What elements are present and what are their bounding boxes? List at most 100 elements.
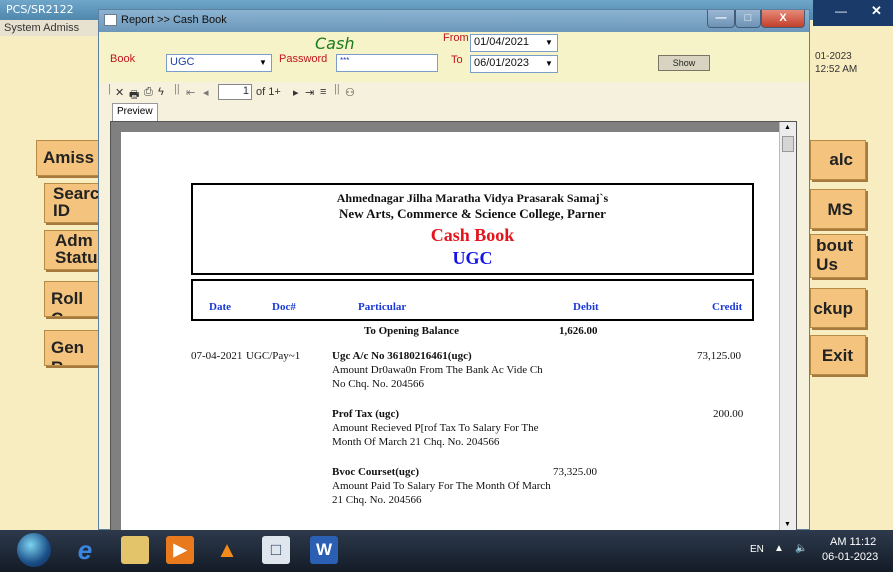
report-title: Cash Book bbox=[430, 225, 515, 245]
book-select[interactable]: UGC ▼ bbox=[166, 54, 272, 72]
col-particular: Particular bbox=[358, 301, 407, 313]
report-window: Report >> Cash Book — □ X Cash Book UGC … bbox=[98, 9, 810, 531]
start-button[interactable] bbox=[17, 533, 51, 567]
about-us-button[interactable]: bout Us bbox=[810, 234, 866, 278]
backup-button[interactable]: ckup bbox=[810, 288, 866, 328]
to-label: To bbox=[451, 54, 463, 66]
viewer-toolbar: | ✕ 🖶 ⎙ ϟ || ⇤ ◂ 1 of 1+ ▸ ⇥ ≡ || ⚇ bbox=[108, 82, 800, 104]
separator-icon: | bbox=[108, 83, 111, 95]
from-date-picker[interactable]: 01/04/2021 ▼ bbox=[470, 34, 558, 52]
page-number-input[interactable]: 1 bbox=[218, 84, 252, 100]
admission-status-button[interactable]: Adm Statu bbox=[44, 230, 100, 270]
password-value: *** bbox=[340, 56, 350, 65]
background-menubar[interactable]: System Admiss bbox=[0, 20, 100, 36]
report-page: Ahmednagar Jilha Maratha Vidya Prasarak … bbox=[121, 132, 781, 530]
chevron-down-icon[interactable]: ▼ bbox=[541, 35, 557, 51]
maximize-icon: □ bbox=[744, 12, 752, 24]
report-window-icon bbox=[104, 14, 117, 26]
clock-date[interactable]: 06-01-2023 bbox=[822, 551, 878, 563]
entry-detail: Month Of March 21 Chq. No. 204566 bbox=[332, 436, 500, 448]
window-icon[interactable]: □ bbox=[262, 536, 290, 564]
close-report-icon[interactable]: ✕ bbox=[115, 86, 124, 99]
chevron-down-icon[interactable]: ▼ bbox=[541, 56, 557, 72]
password-input[interactable]: *** bbox=[336, 54, 438, 72]
binoculars-search-icon[interactable]: ⚇ bbox=[345, 86, 355, 99]
prev-page-icon[interactable]: ◂ bbox=[203, 86, 209, 99]
vertical-scrollbar[interactable]: ▲ ▼ bbox=[779, 122, 796, 530]
report-header: Ahmednagar Jilha Maratha Vidya Prasarak … bbox=[191, 183, 754, 275]
separator-icon: || bbox=[174, 83, 180, 95]
exit-button[interactable]: Exit bbox=[810, 335, 866, 375]
close-button[interactable]: X bbox=[761, 10, 805, 28]
entry-detail: Amount Recieved P[rof Tax To Salary For … bbox=[332, 422, 539, 434]
from-label: From bbox=[443, 32, 469, 44]
calc-button[interactable]: alc bbox=[810, 140, 866, 180]
col-debit: Debit bbox=[573, 301, 599, 313]
close-icon: X bbox=[779, 12, 787, 24]
report-viewer[interactable]: Ahmednagar Jilha Maratha Vidya Prasarak … bbox=[110, 121, 797, 531]
report-subtitle: UGC bbox=[452, 248, 493, 268]
entry-detail: No Chq. No. 204566 bbox=[332, 378, 424, 390]
taskbar: e ▶ ▲ □ W EN ▲ 🔈 AM 11:12 06-01-2023 bbox=[0, 530, 893, 572]
entry-date: 07-04-2021 bbox=[191, 350, 243, 362]
stop-icon[interactable]: ≡ bbox=[320, 86, 326, 98]
show-button[interactable]: Show bbox=[658, 55, 710, 71]
from-date-value: 01/04/2021 bbox=[474, 36, 530, 48]
clock-time[interactable]: AM 11:12 bbox=[830, 536, 876, 548]
last-page-icon[interactable]: ⇥ bbox=[305, 86, 314, 99]
volume-icon[interactable]: 🔈 bbox=[795, 543, 807, 554]
opening-balance-debit: 1,626.00 bbox=[559, 325, 598, 337]
org-name-line2: New Arts, Commerce & Science College, Pa… bbox=[339, 206, 606, 221]
entry-detail: 21 Chq. No. 204566 bbox=[332, 494, 422, 506]
scroll-up-icon[interactable]: ▲ bbox=[784, 124, 791, 131]
minimize-icon: — bbox=[715, 12, 727, 24]
scrollbar-thumb[interactable] bbox=[782, 136, 794, 152]
report-window-title: Report >> Cash Book bbox=[121, 14, 227, 26]
internet-explorer-icon[interactable]: e bbox=[71, 536, 99, 564]
scroll-down-icon[interactable]: ▼ bbox=[784, 521, 791, 528]
background-time: 12:52 AM bbox=[815, 64, 858, 75]
background-date: 01-2023 bbox=[815, 51, 852, 62]
entry-debit: 73,325.00 bbox=[553, 466, 597, 478]
entry-doc: UGC/Pay~1 bbox=[246, 350, 301, 362]
file-explorer-icon[interactable] bbox=[121, 536, 149, 564]
vlc-icon[interactable]: ▲ bbox=[213, 536, 241, 564]
lightning-icon[interactable]: ϟ bbox=[158, 86, 164, 98]
separator-icon: || bbox=[334, 83, 340, 95]
media-player-icon[interactable]: ▶ bbox=[166, 536, 194, 564]
report-toolbar: Cash Book UGC ▼ Password *** From 01/04/… bbox=[99, 32, 809, 82]
entry-head: Bvoc Courset(ugc) bbox=[332, 466, 420, 478]
entry-credit: 200.00 bbox=[713, 408, 744, 420]
next-page-icon[interactable]: ▸ bbox=[293, 86, 299, 99]
sms-button[interactable]: MS bbox=[810, 189, 866, 229]
tray-expand-icon[interactable]: ▲ bbox=[774, 543, 784, 554]
to-date-picker[interactable]: 06/01/2023 ▼ bbox=[470, 55, 558, 73]
roll-call-button[interactable]: Roll C bbox=[44, 281, 100, 317]
tab-preview[interactable]: Preview bbox=[112, 103, 158, 121]
chevron-down-icon[interactable]: ▼ bbox=[255, 55, 271, 71]
col-doc: Doc# bbox=[272, 301, 296, 313]
background-window-controls[interactable]: — ✕ bbox=[813, 0, 893, 26]
minimize-icon[interactable]: — bbox=[835, 4, 847, 18]
minimize-button[interactable]: — bbox=[707, 10, 735, 28]
entry-detail: Amount Dr0awa0n From The Bank Ac Vide Ch bbox=[332, 364, 543, 376]
maximize-button[interactable]: □ bbox=[735, 10, 761, 28]
book-label: Book bbox=[110, 53, 136, 65]
entry-head: Ugc A/c No 36180216461(ugc) bbox=[332, 350, 472, 362]
close-icon[interactable]: ✕ bbox=[871, 3, 882, 19]
search-id-button[interactable]: Searc ID bbox=[44, 183, 100, 223]
first-page-icon[interactable]: ⇤ bbox=[186, 86, 195, 99]
col-date: Date bbox=[209, 301, 231, 313]
cash-title: Cash bbox=[315, 34, 355, 53]
report-titlebar: Report >> Cash Book — □ X bbox=[99, 10, 809, 32]
language-indicator[interactable]: EN bbox=[750, 544, 764, 555]
org-name-line1: Ahmednagar Jilha Maratha Vidya Prasarak … bbox=[336, 191, 609, 205]
book-select-value: UGC bbox=[170, 56, 195, 68]
gen-report-button[interactable]: Gen R bbox=[44, 330, 100, 366]
background-app-title: PCS/SR2122 bbox=[6, 3, 74, 16]
entry-credit: 73,125.00 bbox=[697, 350, 741, 362]
print-setup-icon[interactable]: ⎙ bbox=[144, 86, 153, 99]
amiss-button[interactable]: Amiss bbox=[36, 140, 100, 176]
background-datetime: 01-2023 12:52 AM bbox=[815, 50, 857, 76]
word-icon[interactable]: W bbox=[310, 536, 338, 564]
